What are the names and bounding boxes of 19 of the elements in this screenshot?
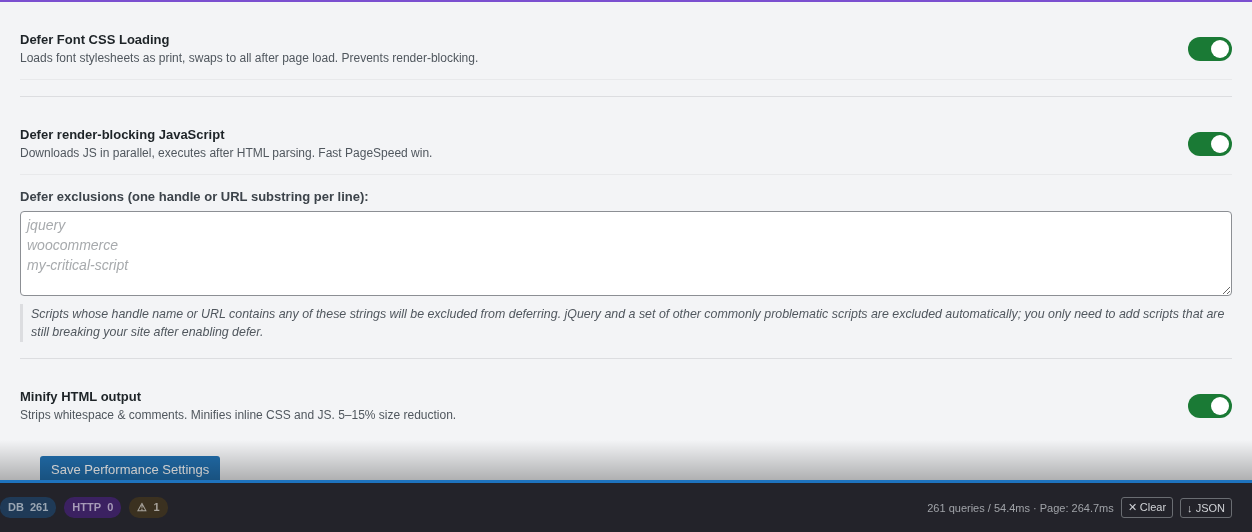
toggle-switch[interactable] <box>1188 36 1232 61</box>
field-label: Defer exclusions (one handle or URL substring per line): <box>20 189 370 204</box>
toggle-switch[interactable] <box>1188 131 1232 156</box>
bar-button[interactable]: ↓ JSON <box>1180 497 1232 518</box>
toggle-switch[interactable] <box>1188 393 1232 418</box>
setting-description: Loads font stylesheets as print, swaps to all after page load. Prevents render-blocking. <box>20 51 479 65</box>
counter-badge[interactable]: ⚠ 1 <box>129 497 168 518</box>
counter-badge[interactable]: DB 261 <box>0 497 57 518</box>
help-note: Scripts whose handle name or URL contains any of these strings will be excluded from deferring. jQuery and a set of other commonly problematic scripts are excluded automatically; you only need to add scripts that are still breaking your site after enabling defer. <box>20 304 1232 342</box>
bar-button[interactable]: ✕ Clear <box>1120 497 1174 518</box>
save-button[interactable]: Save Performance Settings <box>40 456 221 480</box>
setting-title: Defer render-blocking JavaScript <box>20 127 226 142</box>
exclusions-field[interactable]: jquery woocommerce my-critical-script <box>20 211 1232 296</box>
counter-badge[interactable]: HTTP 0 <box>64 497 122 518</box>
setting-title: Minify HTML output <box>20 389 143 404</box>
setting-description: Strips whitespace & comments. Minifies inline CSS and JS. 5–15% size reduction. <box>20 408 457 422</box>
setting-title: Defer Font CSS Loading <box>20 32 171 47</box>
timing-summary: 261 queries / 54.4ms · Page: 264.7ms <box>927 501 1114 514</box>
setting-description: Downloads JS in parallel, executes after HTML parsing. Fast PageSpeed win. <box>20 146 433 160</box>
